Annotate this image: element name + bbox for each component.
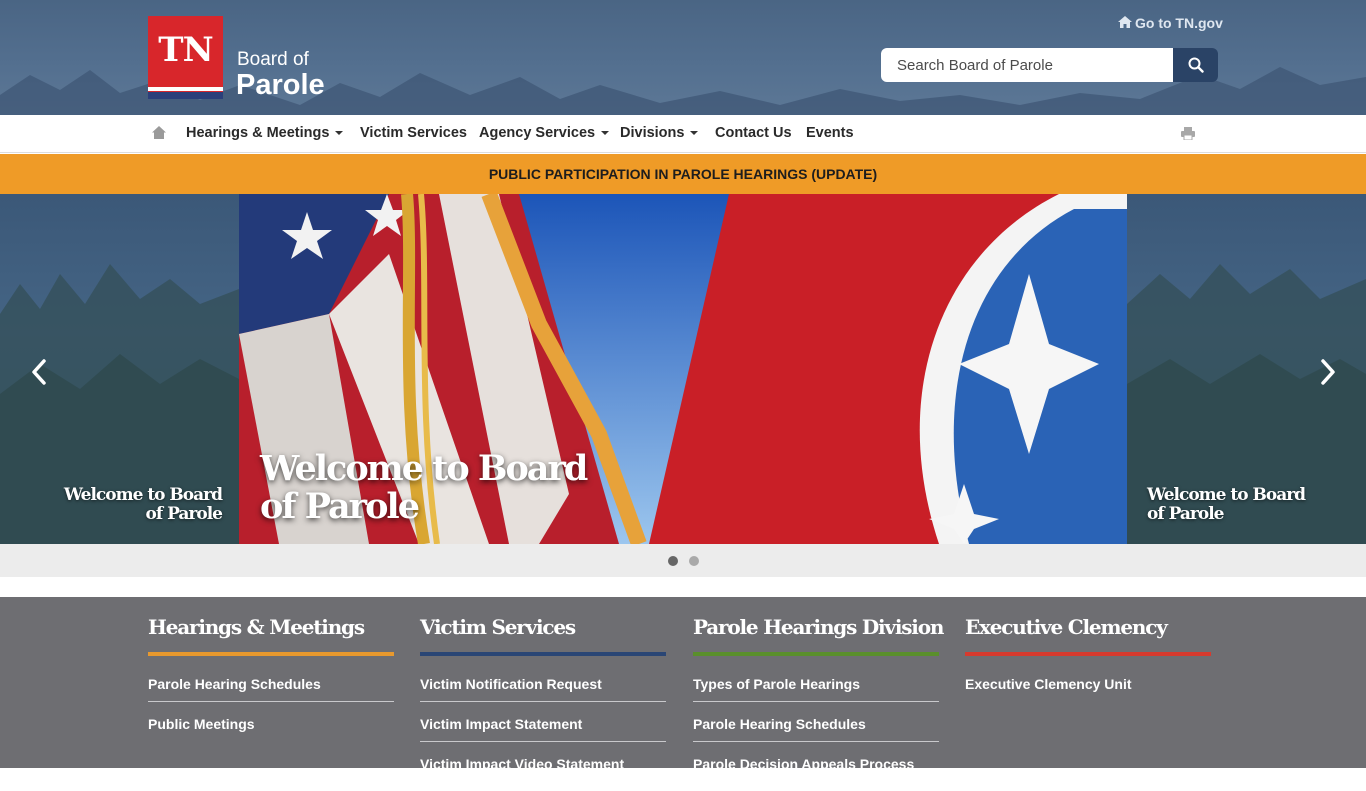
- go-to-tn-link[interactable]: Go to TN.gov: [1118, 15, 1223, 31]
- column-title[interactable]: Victim Services: [420, 615, 576, 639]
- org-name-line1: Board of: [237, 49, 309, 70]
- carousel-next-arrow-icon[interactable]: [1317, 355, 1339, 389]
- column-link[interactable]: Parole Decision Appeals Process: [693, 751, 939, 791]
- nav-item-label: Events: [806, 125, 854, 141]
- search-icon: [1188, 57, 1204, 73]
- nav-item-label: Agency Services: [479, 125, 596, 141]
- column-link[interactable]: Public Meetings: [148, 711, 394, 751]
- hero-carousel: Welcome to Board of Parole Welcome to Bo…: [0, 194, 1366, 544]
- column-title[interactable]: Parole Hearings Division: [693, 615, 944, 639]
- link-divider: [420, 701, 666, 702]
- alert-text: PUBLIC PARTICIPATION IN PAROLE HEARINGS …: [488, 166, 878, 182]
- column-link[interactable]: Parole Hearing Schedules: [693, 711, 939, 751]
- column-title[interactable]: Executive Clemency: [965, 615, 1168, 639]
- column-link[interactable]: Types of Parole Hearings: [693, 671, 939, 711]
- link-divider: [420, 741, 666, 742]
- alert-banner[interactable]: PUBLIC PARTICIPATION IN PAROLE HEARINGS …: [0, 154, 1366, 194]
- home-icon: [1118, 16, 1132, 28]
- column-underline: [420, 652, 666, 656]
- column-title[interactable]: Hearings & Meetings: [148, 615, 365, 639]
- link-divider: [693, 741, 939, 742]
- column-link[interactable]: Executive Clemency Unit: [965, 671, 1211, 711]
- column-link[interactable]: Victim Notification Request: [420, 671, 666, 711]
- column-underline: [693, 652, 939, 656]
- column-link[interactable]: Victim Impact Statement: [420, 711, 666, 751]
- side-caption-right: Welcome to Board of Parole: [1147, 485, 1306, 524]
- search-button[interactable]: [1173, 48, 1218, 82]
- column-underline: [148, 652, 394, 656]
- caret-down-icon: [690, 131, 699, 136]
- site-header: TN Board of Parole Go to TN.gov: [0, 0, 1366, 115]
- carousel-prev-arrow-icon[interactable]: [28, 355, 50, 389]
- org-name-line2[interactable]: Parole: [236, 69, 325, 102]
- link-divider: [693, 701, 939, 702]
- nav-item-label: Contact Us: [715, 125, 792, 141]
- column-underline: [965, 652, 1211, 656]
- carousel-dot-2[interactable]: [689, 556, 699, 566]
- nav-item-events[interactable]: Events: [806, 115, 854, 153]
- nav-item-label: Victim Services: [360, 125, 467, 141]
- main-nav: Hearings & Meetings Victim Services Agen…: [0, 115, 1366, 153]
- print-icon[interactable]: [1181, 127, 1195, 140]
- tn-logo[interactable]: TN: [148, 16, 223, 99]
- nav-item-contact-us[interactable]: Contact Us: [715, 115, 792, 153]
- nav-item-label: Divisions: [620, 125, 685, 141]
- logo-stripe-blue: [148, 92, 223, 99]
- nav-item-hearings-meetings[interactable]: Hearings & Meetings: [186, 115, 344, 153]
- logo-stripe-white: [148, 87, 223, 91]
- column-link[interactable]: Victim Impact Video Statement: [420, 751, 666, 791]
- nav-item-label: Hearings & Meetings: [186, 125, 330, 141]
- search-form: [881, 48, 1218, 82]
- carousel-indicators: [0, 544, 1366, 577]
- link-divider: [148, 701, 394, 702]
- go-to-tn-label: Go to TN.gov: [1135, 15, 1223, 31]
- logo-text: TN: [158, 30, 213, 70]
- carousel-dot-1[interactable]: [668, 556, 678, 566]
- nav-item-victim-services[interactable]: Victim Services: [360, 115, 467, 153]
- side-caption-left: Welcome to Board of Parole: [63, 485, 223, 524]
- nav-item-divisions[interactable]: Divisions: [620, 115, 699, 153]
- quick-links-section: Hearings & Meetings Parole Hearing Sched…: [0, 597, 1366, 772]
- caret-down-icon: [601, 131, 610, 136]
- search-input[interactable]: [881, 48, 1174, 82]
- caret-down-icon: [335, 131, 344, 136]
- column-link[interactable]: Parole Hearing Schedules: [148, 671, 394, 711]
- carousel-main-caption: Welcome to Board of Parole: [260, 448, 588, 527]
- nav-item-agency-services[interactable]: Agency Services: [479, 115, 610, 153]
- home-icon[interactable]: [152, 126, 166, 139]
